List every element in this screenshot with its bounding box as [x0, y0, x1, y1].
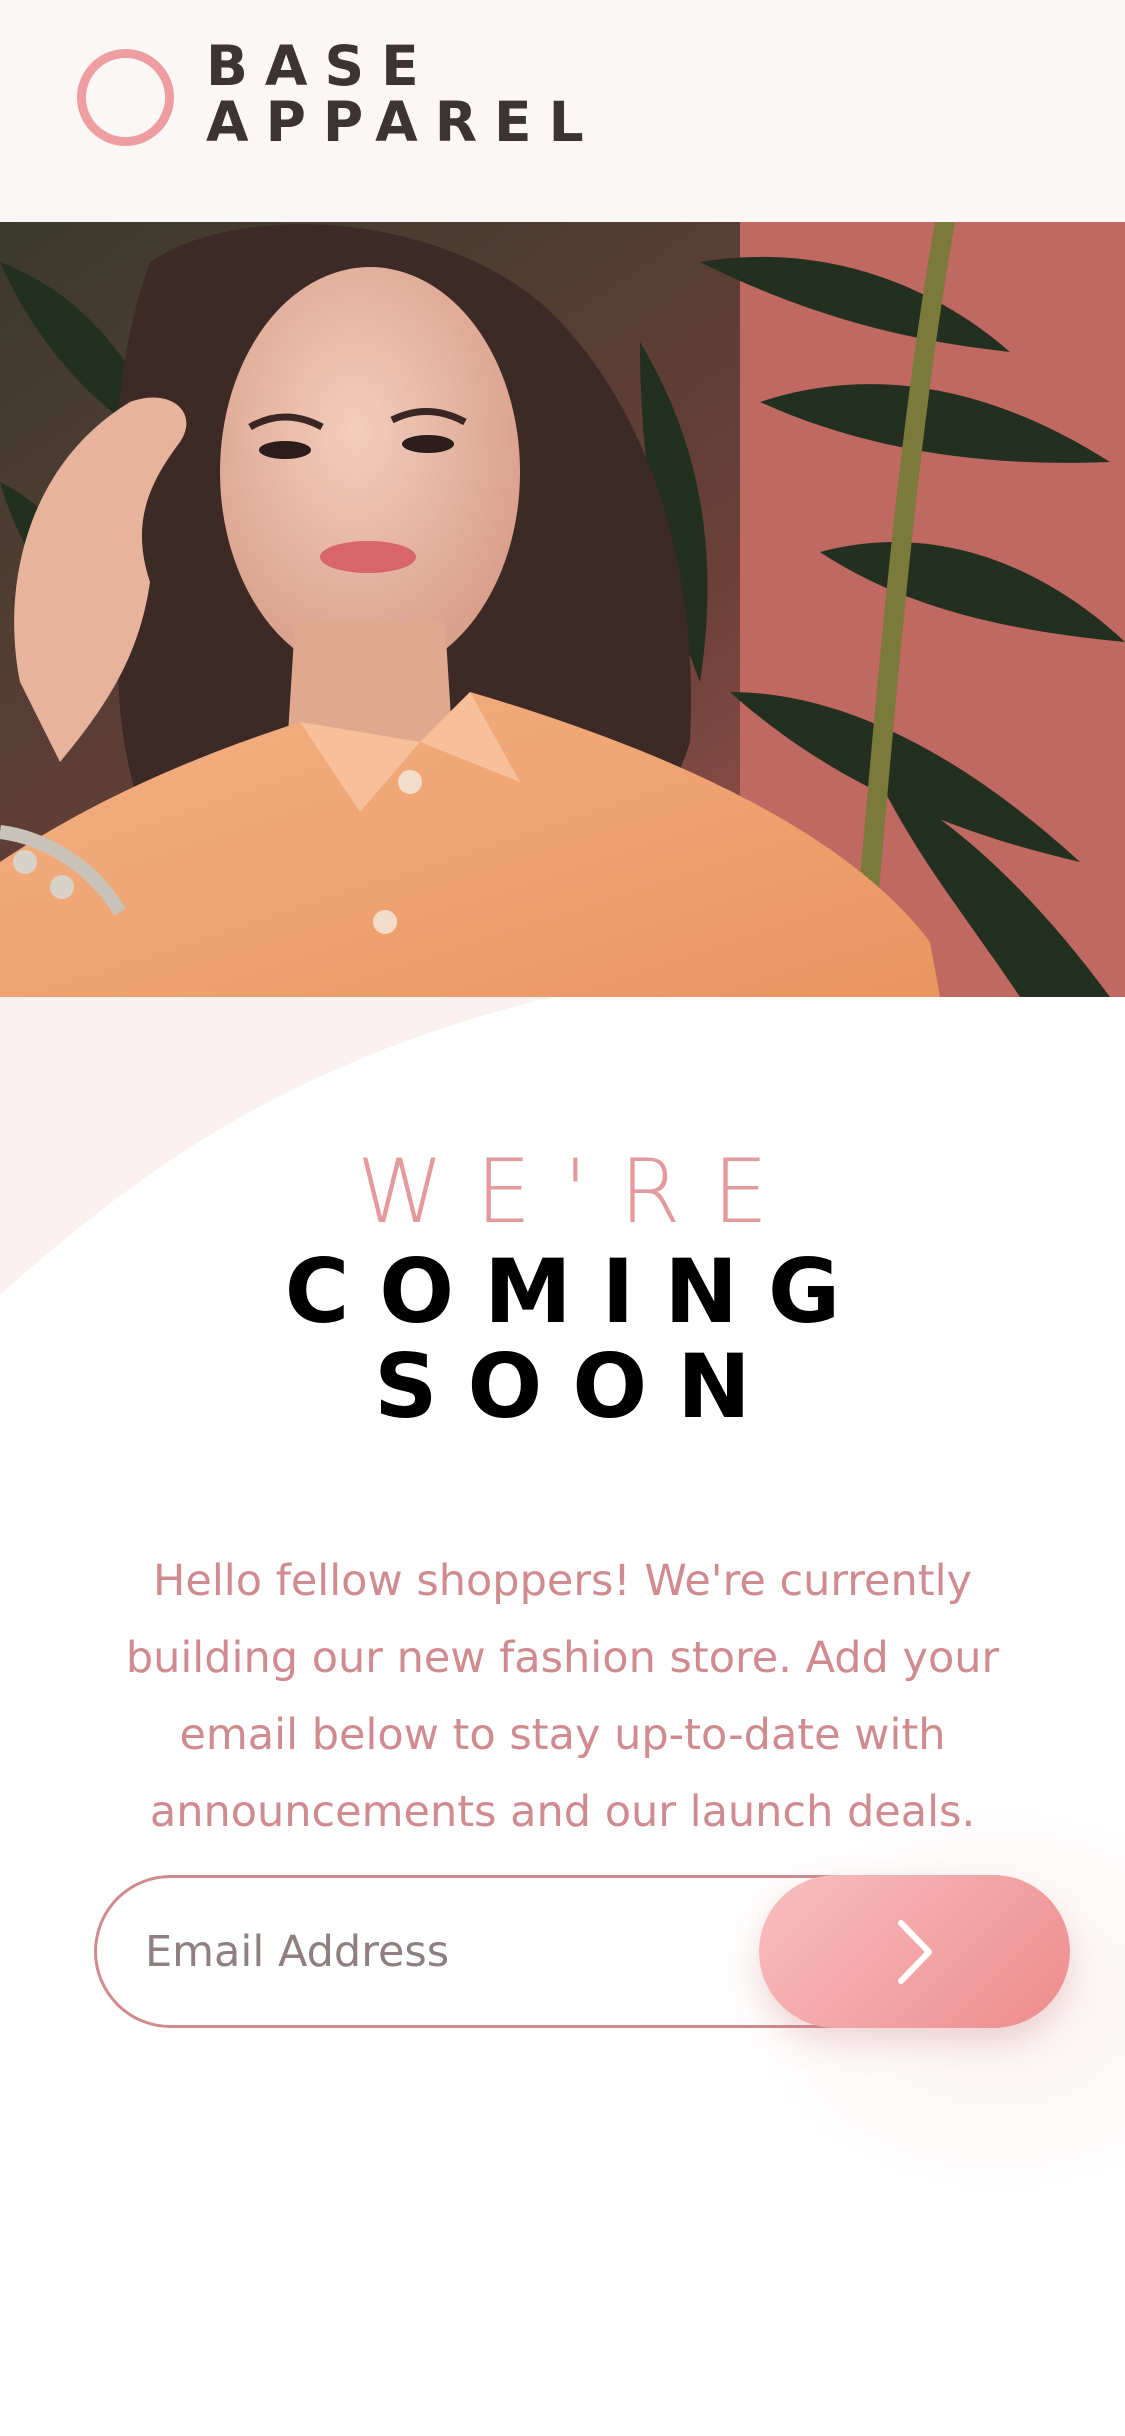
submit-button[interactable] [759, 1875, 1070, 2028]
brand-logo[interactable]: BASE APPAREL [206, 38, 601, 150]
coming-soon-heading: WE'RE COMING SOON [0, 1140, 1125, 1434]
intro-description: Hello fellow shoppers! We're currently b… [125, 1556, 1000, 1837]
hero-image [0, 222, 1125, 997]
email-signup-form [94, 1875, 1070, 2028]
heading-strong-line2: SOON [374, 1335, 781, 1438]
heading-strong-line1: COMING [284, 1240, 871, 1343]
ring-logo-icon [77, 49, 174, 146]
site-header: BASE APPAREL [0, 0, 1125, 222]
chevron-right-icon [897, 1919, 932, 1984]
brand-name-line2: APPAREL [206, 90, 601, 154]
heading-light-text: WE'RE [356, 1140, 801, 1243]
brand-name-line1: BASE [206, 34, 436, 98]
woman-in-orange-shirt-photo [0, 222, 1125, 997]
